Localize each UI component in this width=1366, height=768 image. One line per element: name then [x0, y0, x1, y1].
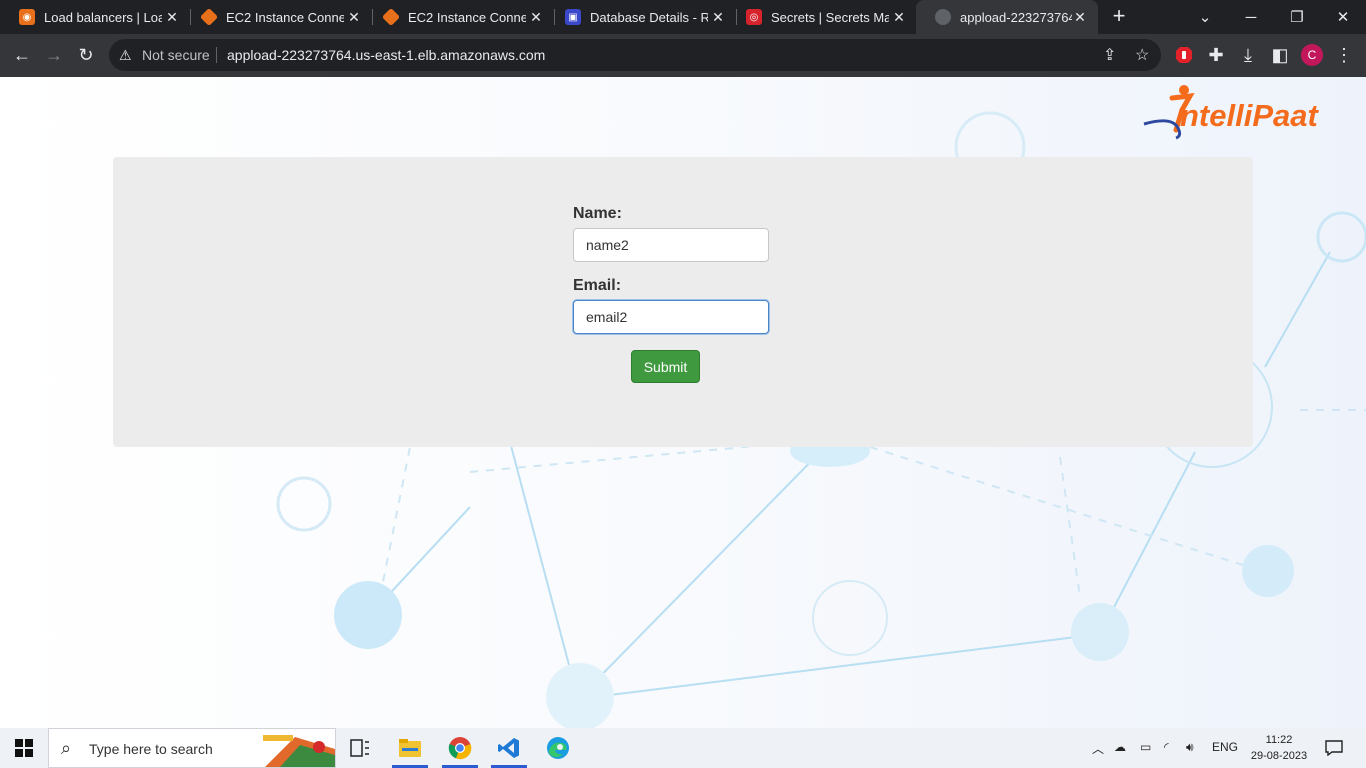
name-field[interactable] [573, 228, 769, 262]
edge-icon [547, 737, 569, 759]
folder-icon [399, 739, 421, 757]
windows-logo-icon [15, 739, 33, 757]
share-icon[interactable]: ⇪ [1103, 45, 1116, 65]
bookmark-star-icon[interactable]: ☆ [1135, 45, 1149, 65]
address-bar[interactable]: ⚠ Not secure appload-223273764.us-east-1… [109, 39, 1161, 71]
tab-title: EC2 Instance Connect [226, 9, 344, 25]
download-icon[interactable]: ⤓ [1234, 41, 1262, 69]
aws-elb-icon: ◉ [19, 9, 35, 25]
taskbar-vscode[interactable] [489, 728, 529, 768]
close-icon[interactable]: ✕ [346, 9, 362, 25]
tab-ec2-instance-connect-1[interactable]: EC2 Instance Connect ✕ [182, 0, 372, 34]
tab-ec2-instance-connect-2[interactable]: EC2 Instance Connect ✕ [364, 0, 554, 34]
adblock-extension-icon[interactable] [1170, 41, 1198, 69]
aws-ec2-icon [199, 7, 219, 27]
tab-load-balancers[interactable]: ◉ Load balancers | Load ✕ [0, 0, 190, 34]
volume-icon[interactable]: 🔊︎ [1186, 740, 1194, 755]
windows-start-button[interactable] [0, 728, 48, 768]
taskbar-file-explorer[interactable] [390, 728, 430, 768]
close-icon[interactable]: ✕ [710, 9, 726, 25]
email-field[interactable] [573, 300, 769, 334]
task-view-icon [350, 739, 369, 757]
clock-time: 11:22 [1265, 734, 1293, 746]
globe-icon [935, 9, 951, 25]
aws-secrets-icon: ◎ [746, 9, 762, 25]
close-icon[interactable]: ✕ [1072, 9, 1088, 25]
show-hidden-icons-chevron[interactable]: ︿ [1092, 740, 1104, 757]
tab-search-chevron-icon[interactable]: ⌄ [1182, 0, 1228, 34]
close-icon[interactable]: ✕ [164, 9, 180, 25]
tab-secrets-manager[interactable]: ◎ Secrets | Secrets Mana ✕ [727, 0, 917, 34]
email-label: Email: [573, 277, 622, 294]
vscode-icon [498, 738, 519, 758]
web-page: ntelliPaat Name: Email: Submit [0, 77, 1366, 728]
tab-title: appload-223273764.us [960, 9, 1072, 25]
browser-toolbar: ← → ↻ ⚠ Not secure appload-223273764.us-… [0, 34, 1366, 77]
taskbar-edge[interactable] [538, 728, 578, 768]
tab-title: EC2 Instance Connect [408, 9, 526, 25]
search-icon: ⌕ [61, 738, 72, 758]
taskbar-search-box[interactable]: ⌕ Type here to search [48, 728, 336, 768]
extensions-puzzle-icon[interactable]: ✚ [1202, 41, 1230, 69]
name-label: Name: [573, 205, 622, 222]
profile-initial: C [1301, 44, 1323, 66]
battery-icon[interactable]: ▭ [1140, 740, 1151, 754]
logo-text: ntelliPaat [1180, 98, 1318, 133]
chrome-icon [448, 737, 472, 760]
language-indicator[interactable]: ENG [1212, 740, 1238, 754]
tab-title: Load balancers | Load [44, 9, 162, 25]
back-button[interactable]: ← [8, 41, 36, 69]
windows-taskbar: ⌕ Type here to search ︿ ☁ ▭ ◜ 🔊︎ ENG 11:… [0, 728, 1366, 768]
clock-date: 29-08-2023 [1250, 750, 1308, 762]
forward-button[interactable]: → [40, 41, 68, 69]
onedrive-cloud-icon[interactable]: ☁ [1114, 740, 1126, 754]
close-icon[interactable]: ✕ [528, 9, 544, 25]
aws-ec2-icon [381, 7, 401, 27]
new-tab-button[interactable]: + [1108, 5, 1130, 27]
address-divider [216, 47, 217, 63]
close-window-button[interactable]: ✕ [1320, 0, 1366, 34]
search-placeholder: Type here to search [89, 741, 213, 757]
taskbar-chrome[interactable] [440, 728, 480, 768]
intellipaat-logo: ntelliPaat [1142, 80, 1354, 142]
browser-tab-strip: ◉ Load balancers | Load ✕ EC2 Instance C… [0, 0, 1366, 34]
tab-title: Database Details - RDS [590, 9, 708, 25]
reload-button[interactable]: ↻ [72, 41, 100, 69]
tab-appload-active[interactable]: appload-223273764.us ✕ [916, 0, 1098, 34]
warning-icon[interactable]: ⚠ [119, 47, 132, 64]
close-icon[interactable]: ✕ [891, 9, 907, 25]
system-clock[interactable]: 11:22 29-08-2023 [1246, 732, 1312, 764]
tab-database-details-rds[interactable]: ▣ Database Details - RDS ✕ [546, 0, 736, 34]
notification-center-button[interactable] [1314, 728, 1354, 768]
profile-avatar[interactable]: C [1298, 41, 1326, 69]
wifi-icon[interactable]: ◜ [1164, 740, 1169, 754]
form-card: Name: Email: Submit [113, 157, 1253, 447]
minimize-button[interactable]: ─ [1228, 0, 1274, 34]
url-text[interactable]: appload-223273764.us-east-1.elb.amazonaw… [227, 47, 545, 63]
notification-icon [1325, 740, 1343, 756]
security-status[interactable]: Not secure [142, 47, 210, 63]
submit-button[interactable]: Submit [631, 350, 700, 383]
restore-button[interactable]: ❐ [1274, 0, 1320, 34]
side-panel-icon[interactable]: ◧ [1266, 41, 1294, 69]
chrome-menu-icon[interactable]: ⋮ [1330, 41, 1358, 69]
tab-title: Secrets | Secrets Mana [771, 9, 889, 25]
aws-rds-icon: ▣ [565, 9, 581, 25]
search-highlight-art-icon [263, 735, 335, 767]
task-view-button[interactable] [340, 728, 380, 768]
